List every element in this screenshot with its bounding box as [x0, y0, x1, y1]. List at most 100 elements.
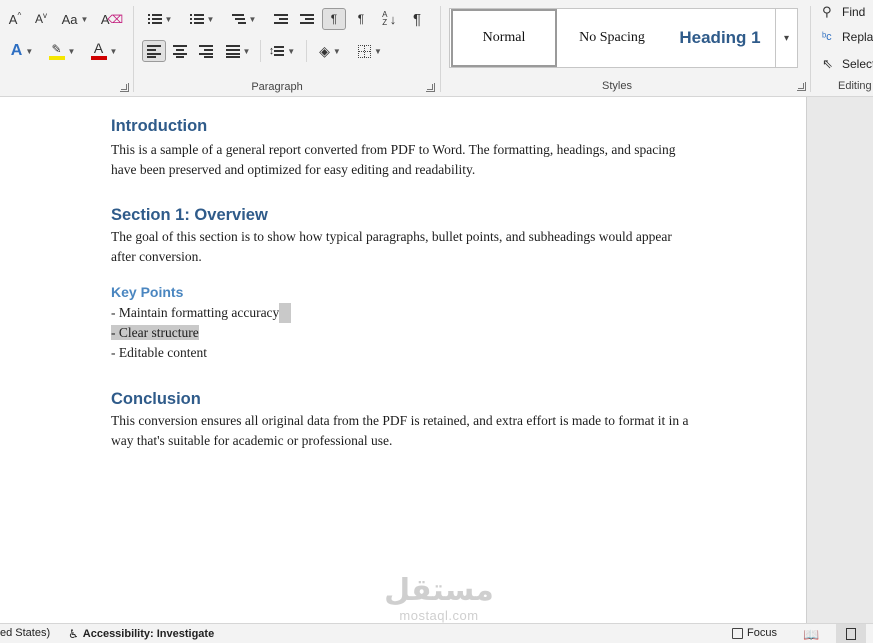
cursor-icon: ⇖ — [822, 56, 833, 71]
styles-gallery: Normal No Spacing Heading 1 ▾ — [449, 8, 798, 68]
text-effects-button[interactable]: A ▼ — [4, 40, 40, 62]
pilcrow-icon: ¶ — [412, 10, 422, 28]
chevron-down-icon: ▼ — [80, 14, 89, 24]
heading-key-points: Key Points — [111, 284, 184, 300]
heading-overview: Section 1: Overview — [111, 206, 268, 224]
find-button[interactable]: ⚲ Find — [822, 4, 865, 20]
overview-paragraph: The goal of this section is to show how … — [111, 229, 672, 264]
grow-font-button[interactable]: A ^ — [4, 8, 26, 30]
highlighter-icon: ✎ — [48, 43, 65, 60]
chevron-down-icon: ▼ — [332, 46, 341, 56]
clear-formatting-button[interactable]: A ⌫ — [100, 8, 124, 30]
search-icon: ⚲ — [822, 4, 832, 19]
numbered-list-icon — [189, 13, 204, 25]
chevron-down-icon: ▼ — [25, 46, 34, 56]
paint-bucket-icon: ◈ — [319, 42, 330, 59]
styles-dialog-launcher[interactable] — [797, 82, 806, 91]
paragraph-dialog-launcher[interactable] — [426, 83, 435, 92]
status-bar: ed States) ♿ Accessibility: Investigate … — [0, 623, 873, 643]
bullet-list-icon — [147, 13, 162, 25]
select-button[interactable]: ⇖ Select — [822, 56, 873, 72]
document-page[interactable]: Introduction This is a sample of a gener… — [0, 97, 806, 623]
numbering-button[interactable]: ▼ — [184, 8, 220, 30]
accessibility-icon: ♿ — [68, 627, 79, 641]
bullets-button[interactable]: ▼ — [142, 8, 178, 30]
shrink-font-button[interactable]: Av — [30, 8, 52, 30]
print-layout-button[interactable] — [836, 624, 866, 643]
intro-paragraph: This is a sample of a general report con… — [111, 142, 676, 177]
styles-more-button[interactable]: ▾ — [775, 9, 797, 67]
align-left-icon — [147, 45, 161, 58]
align-center-icon — [173, 45, 187, 58]
decrease-indent-icon — [274, 13, 288, 25]
focus-icon — [732, 627, 743, 639]
language-indicator[interactable]: ed States) — [0, 627, 50, 639]
highlight-color-button[interactable]: ✎ ▼ — [44, 40, 80, 62]
show-marks-button[interactable]: ¶ — [406, 8, 428, 30]
multilevel-list-icon — [231, 13, 246, 25]
change-case-button[interactable]: Aa ▼ — [58, 8, 92, 30]
watermark: مستقل mostaql.com — [384, 574, 494, 624]
replace-icon: ᵇc — [822, 31, 832, 43]
chevron-down-icon: ▼ — [242, 46, 251, 56]
font-group: A ^ Av Aa ▼ A ⌫ A ▼ ✎ ▼ A ▼ — [0, 0, 133, 97]
increase-indent-button[interactable] — [296, 8, 318, 30]
document-content[interactable]: Introduction This is a sample of a gener… — [111, 115, 691, 451]
styles-group-label: Styles — [602, 80, 632, 92]
decrease-indent-button[interactable] — [270, 8, 292, 30]
borders-button[interactable]: ▼ — [352, 40, 388, 62]
paragraph-group: ▼ ▼ ▼ ¶ ¶ A Z ↓ ¶ ▼ ↕ ▼ ◈ ▼ ▼ Paragraph — [134, 0, 439, 97]
list-item: - Maintain formatting accuracy — [111, 303, 691, 323]
style-no-spacing[interactable]: No Spacing — [558, 9, 666, 67]
paragraph-group-label: Paragraph — [251, 81, 303, 93]
style-normal[interactable]: Normal — [451, 9, 557, 67]
style-heading-1[interactable]: Heading 1 — [666, 9, 774, 67]
ribbon: A ^ Av Aa ▼ A ⌫ A ▼ ✎ ▼ A ▼ ▼ ▼ ▼ ¶ ¶ A … — [0, 0, 873, 97]
chevron-down-icon: ▼ — [109, 46, 118, 56]
separator — [306, 40, 307, 62]
font-color-icon: A — [90, 41, 107, 60]
focus-button[interactable]: Focus — [732, 627, 777, 639]
separator — [440, 6, 441, 92]
ltr-icon: ¶ — [330, 12, 338, 26]
rtl-icon: ¶ — [357, 12, 365, 26]
font-dialog-launcher[interactable] — [120, 83, 129, 92]
heading-introduction: Introduction — [111, 117, 208, 135]
chevron-down-icon: ▼ — [164, 14, 173, 24]
conclusion-paragraph: This conversion ensures all original dat… — [111, 413, 689, 448]
sort-button[interactable]: A Z ↓ — [376, 8, 400, 30]
font-color-button[interactable]: A ▼ — [86, 40, 122, 62]
rtl-button[interactable]: ¶ — [350, 8, 372, 30]
borders-icon — [358, 44, 372, 58]
replace-button[interactable]: ᵇcReplace — [822, 30, 873, 44]
list-item-text: - Clear structure — [111, 325, 199, 340]
shading-button[interactable]: ◈ ▼ — [312, 40, 348, 62]
page-layout-icon — [846, 627, 856, 640]
sort-icon: A Z — [382, 10, 388, 27]
justify-button[interactable]: ▼ — [220, 40, 256, 62]
list-item: - Editable content — [111, 343, 691, 363]
watermark-latin: mostaql.com — [399, 608, 479, 623]
multilevel-list-button[interactable]: ▼ — [226, 8, 262, 30]
text-effects-icon: A — [10, 42, 23, 59]
heading-conclusion: Conclusion — [111, 390, 201, 408]
align-center-button[interactable] — [168, 40, 192, 62]
align-right-button[interactable] — [194, 40, 218, 62]
accessibility-status[interactable]: ♿ Accessibility: Investigate — [68, 627, 214, 641]
list-item-text: - Maintain formatting accuracy — [111, 305, 280, 320]
list-item-text: - Editable content — [111, 345, 207, 360]
separator — [260, 40, 261, 62]
read-mode-button[interactable]: 📖 — [803, 627, 819, 643]
chevron-down-icon: ▼ — [206, 14, 215, 24]
chevron-down-icon: ▼ — [287, 46, 296, 56]
align-left-button[interactable] — [142, 40, 166, 62]
editing-group-label: Editing — [838, 80, 872, 92]
ltr-button[interactable]: ¶ — [322, 8, 346, 30]
list-item: - Clear structure — [111, 323, 691, 343]
right-margin-pane — [806, 97, 873, 623]
increase-indent-icon — [300, 13, 314, 25]
align-right-icon — [199, 45, 213, 58]
line-spacing-button[interactable]: ↕ ▼ — [264, 40, 300, 62]
chevron-down-icon: ▼ — [248, 14, 257, 24]
chevron-down-icon: ▼ — [67, 46, 76, 56]
